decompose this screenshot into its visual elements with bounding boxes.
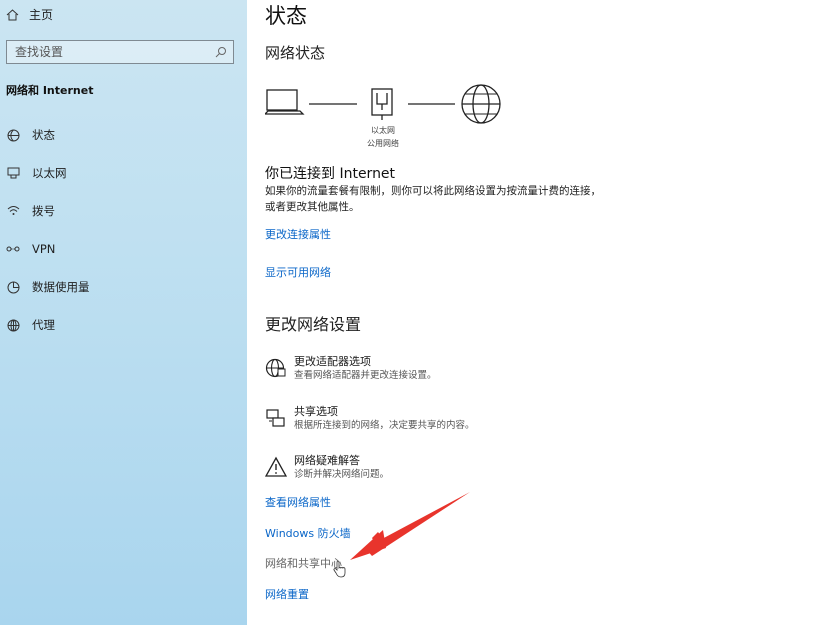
sidebar-item-label: VPN bbox=[32, 242, 56, 256]
sidebar-item-label: 拨号 bbox=[32, 204, 55, 218]
warning-icon bbox=[265, 456, 287, 477]
vpn-icon bbox=[6, 242, 20, 256]
network-reset-link[interactable]: 网络重置 bbox=[265, 586, 309, 602]
adapter-icon bbox=[265, 358, 286, 378]
search-input[interactable]: 查找设置 bbox=[6, 40, 234, 64]
adapter-options-title: 更改适配器选项 bbox=[294, 355, 371, 368]
main-content: 状态 网络状态 以太网 公用网络 你已连接到 Internet 如果你的流量套餐… bbox=[247, 0, 827, 625]
network-troubleshooter-title: 网络疑难解答 bbox=[294, 454, 360, 467]
sidebar-item-dialup[interactable]: 拨号 bbox=[6, 202, 55, 220]
page-title: 状态 bbox=[265, 4, 307, 28]
hand-cursor-icon bbox=[333, 560, 346, 578]
status-icon bbox=[6, 128, 20, 142]
computer-icon bbox=[263, 89, 305, 115]
sidebar-item-data-usage[interactable]: 数据使用量 bbox=[6, 278, 90, 296]
search-placeholder: 查找设置 bbox=[15, 45, 64, 59]
change-connection-properties-link[interactable]: 更改连接属性 bbox=[265, 226, 331, 242]
sidebar-item-proxy[interactable]: 代理 bbox=[6, 316, 55, 334]
show-available-networks-link[interactable]: 显示可用网络 bbox=[265, 264, 331, 280]
connection-status-title: 你已连接到 Internet bbox=[265, 166, 396, 182]
network-troubleshooter-item[interactable]: 网络疑难解答 诊断并解决网络问题。 bbox=[265, 454, 389, 481]
sidebar-item-label: 代理 bbox=[32, 318, 55, 332]
network-diagram: 以太网 公用网络 bbox=[263, 84, 525, 154]
sidebar-item-label: 以太网 bbox=[32, 166, 67, 180]
proxy-icon bbox=[6, 318, 20, 332]
sharing-options-title: 共享选项 bbox=[294, 405, 338, 418]
network-type: 公用网络 bbox=[367, 139, 399, 148]
sidebar-item-ethernet[interactable]: 以太网 bbox=[6, 164, 67, 182]
dialup-icon bbox=[6, 204, 20, 218]
adapter-name: 以太网 bbox=[371, 126, 395, 135]
change-network-settings-heading: 更改网络设置 bbox=[265, 315, 362, 334]
adapter-options-desc: 查看网络适配器并更改连接设置。 bbox=[294, 370, 437, 381]
sharing-options-desc: 根据所连接到的网络，决定要共享的内容。 bbox=[294, 420, 475, 431]
home-icon bbox=[6, 8, 19, 20]
search-icon bbox=[215, 47, 226, 58]
home-nav-item[interactable]: 主页 bbox=[6, 6, 53, 23]
sidebar-section-title: 网络和 Internet bbox=[6, 84, 94, 97]
windows-firewall-link[interactable]: Windows 防火墙 bbox=[265, 525, 351, 541]
data-usage-icon bbox=[6, 280, 20, 294]
sidebar-item-label: 数据使用量 bbox=[32, 280, 90, 294]
sidebar: 主页 查找设置 网络和 Internet 状态 以太网 拨号 VPN 数据使用量… bbox=[0, 0, 247, 625]
sidebar-item-label: 状态 bbox=[32, 128, 55, 142]
sidebar-item-status[interactable]: 状态 bbox=[6, 126, 55, 144]
network-status-heading: 网络状态 bbox=[265, 44, 326, 62]
home-label: 主页 bbox=[29, 8, 54, 22]
ethernet-adapter-icon bbox=[371, 88, 393, 120]
sharing-options-item[interactable]: 共享选项 根据所连接到的网络，决定要共享的内容。 bbox=[265, 405, 475, 432]
view-network-properties-link[interactable]: 查看网络属性 bbox=[265, 494, 331, 510]
ethernet-icon bbox=[6, 166, 20, 180]
sidebar-item-vpn[interactable]: VPN bbox=[6, 240, 55, 258]
globe-icon bbox=[461, 84, 501, 124]
network-troubleshooter-desc: 诊断并解决网络问题。 bbox=[294, 469, 390, 480]
sharing-icon bbox=[266, 409, 285, 427]
network-sharing-center-link[interactable]: 网络和共享中心 bbox=[265, 555, 342, 571]
connection-status-desc: 如果你的流量套餐有限制，则你可以将此网络设置为按流量计费的连接，或者更改其他属性… bbox=[265, 185, 601, 213]
adapter-options-item[interactable]: 更改适配器选项 查看网络适配器并更改连接设置。 bbox=[265, 355, 437, 382]
